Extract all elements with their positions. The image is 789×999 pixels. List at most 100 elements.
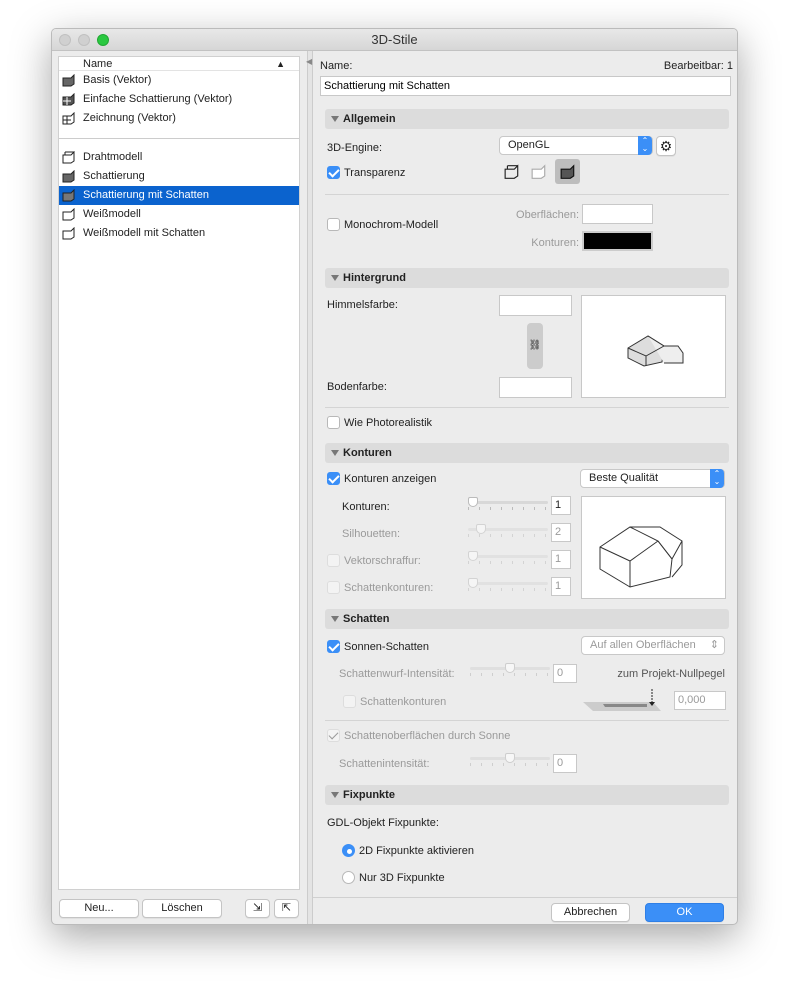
settings-panel: Name: Bearbeitbar: 1 Allgemein 3D-Engine… <box>313 51 737 924</box>
minimize-button[interactable] <box>78 34 90 46</box>
list-item-selected[interactable]: Schattierung mit Schatten <box>59 186 299 205</box>
section-schatten[interactable]: Schatten <box>325 609 729 629</box>
background-preview <box>581 295 726 398</box>
silhouettes-value[interactable]: 2 <box>551 523 571 542</box>
show-contours-checkbox[interactable] <box>327 472 340 485</box>
sun-shadow-label: Sonnen-Schatten <box>344 641 430 653</box>
gear-icon: ⚙ <box>659 138 673 154</box>
contours-color-label: Konturen: <box>531 237 579 249</box>
style-list[interactable]: Name ▲ Basis (Vektor) Einfache Schattieru… <box>58 56 300 890</box>
contours-slider[interactable] <box>468 497 548 511</box>
sky-color-swatch[interactable] <box>499 295 572 316</box>
vector-hatch-slider[interactable] <box>468 551 548 565</box>
editable-label: Bearbeitbar: 1 <box>663 60 733 72</box>
cast-intensity-value[interactable]: 0 <box>553 664 577 683</box>
divider <box>325 194 729 195</box>
shaded-mode-icon <box>560 164 575 179</box>
delete-button[interactable]: Löschen <box>142 899 222 918</box>
title-bar: 3D-Stile <box>52 29 737 51</box>
collapse-arrow-icon[interactable]: ◀ <box>306 57 312 66</box>
list-item[interactable]: Weißmodell mit Schatten <box>59 224 299 243</box>
radio-3d-hotspots[interactable] <box>342 871 355 884</box>
house-contour-preview-icon <box>599 526 683 588</box>
section-hintergrund[interactable]: Hintergrund <box>325 268 729 288</box>
contour-quality-select[interactable]: Beste Qualität ⌃ ⌄ <box>580 469 725 488</box>
list-header[interactable]: Name ▲ <box>59 57 299 71</box>
list-item[interactable]: Zeichnung (Vektor) <box>59 109 299 128</box>
list-item[interactable]: Basis (Vektor) <box>59 71 299 90</box>
import-button[interactable]: ⇲ <box>245 899 270 918</box>
contours-color-swatch[interactable] <box>582 231 653 251</box>
level-value-input[interactable]: 0,000 <box>674 691 726 710</box>
list-item[interactable]: Weißmodell <box>59 205 299 224</box>
engine-select[interactable]: OpenGL ⌃ ⌄ <box>499 136 653 155</box>
chevron-updown-icon: ⇕ <box>709 639 719 651</box>
shadow-contours-row-label: Schattenkonturen: <box>344 582 434 594</box>
shadow-surfaces-sun-checkbox[interactable] <box>327 729 340 742</box>
import-icon: ⇲ <box>252 902 263 914</box>
vector-hatch-value[interactable]: 1 <box>551 550 571 569</box>
shadow-intensity-slider[interactable] <box>470 753 550 767</box>
list-group-vector: Basis (Vektor) Einfache Schattierung (Ve… <box>59 71 299 128</box>
silhouettes-slider[interactable] <box>468 524 548 538</box>
divider <box>325 407 729 408</box>
wireframe-mode-icon[interactable] <box>504 164 520 180</box>
shadow-contours-checkbox[interactable] <box>343 695 356 708</box>
export-button[interactable]: ⇱ <box>274 899 299 918</box>
drawing-style-icon <box>62 112 75 125</box>
section-fixpunkte[interactable]: Fixpunkte <box>325 785 729 805</box>
shadow-intensity-label: Schattenintensität: <box>339 758 430 770</box>
column-header-name: Name <box>83 58 113 70</box>
shadow-intensity-value[interactable]: 0 <box>553 754 577 773</box>
link-colors-toggle[interactable]: ⛓ <box>527 323 543 369</box>
name-input[interactable] <box>320 76 731 96</box>
monochrome-checkbox[interactable] <box>327 218 340 231</box>
shaded-style-icon <box>62 74 75 87</box>
chain-link-icon: ⛓ <box>528 340 542 351</box>
contours-value[interactable]: 1 <box>551 496 571 515</box>
chevron-updown-icon: ⌃ ⌄ <box>638 136 652 155</box>
option-3d-label: Nur 3D Fixpunkte <box>359 872 445 884</box>
zoom-button[interactable] <box>97 34 109 46</box>
radio-2d-hotspots[interactable] <box>342 844 355 857</box>
shading-shadow-icon <box>62 189 75 202</box>
surfaces-color-swatch[interactable] <box>582 204 653 224</box>
engine-settings-button[interactable]: ⚙ <box>656 136 676 156</box>
level-diagram-icon <box>583 689 661 711</box>
contours-label: Konturen: <box>342 501 390 513</box>
name-label: Name: <box>320 60 353 72</box>
shaded-mode-button[interactable] <box>555 159 580 184</box>
section-konturen[interactable]: Konturen <box>325 443 729 463</box>
window-title: 3D-Stile <box>371 32 418 47</box>
shadow-contours-label: Schattenkonturen <box>360 696 447 708</box>
vector-hatch-checkbox[interactable] <box>327 554 340 567</box>
simple-shading-icon <box>62 93 75 106</box>
new-button[interactable]: Neu... <box>59 899 139 918</box>
project-level-label: zum Projekt-Nullpegel <box>617 668 725 680</box>
wireframe-icon <box>62 151 75 164</box>
section-allgemein[interactable]: Allgemein <box>325 109 729 129</box>
shadow-contours-value[interactable]: 1 <box>551 577 571 596</box>
hidden-line-mode-icon[interactable] <box>531 164 547 180</box>
silhouettes-label: Silhouetten: <box>342 528 401 540</box>
chevron-updown-icon: ⌃ ⌄ <box>710 469 724 488</box>
white-model-icon <box>62 208 75 221</box>
sun-shadow-checkbox[interactable] <box>327 640 340 653</box>
shadow-surfaces-sun-label: Schattenoberflächen durch Sonne <box>344 730 511 742</box>
transparency-checkbox[interactable] <box>327 166 340 179</box>
photorealistic-checkbox[interactable] <box>327 416 340 429</box>
shadow-surfaces-select[interactable]: Auf allen Oberflächen ⇕ <box>581 636 725 655</box>
cancel-button[interactable]: Abbrechen <box>551 903 630 922</box>
shadow-contours-row-checkbox[interactable] <box>327 581 340 594</box>
ok-button[interactable]: OK <box>645 903 724 922</box>
list-item[interactable]: Schattierung <box>59 167 299 186</box>
list-item[interactable]: Einfache Schattierung (Vektor) <box>59 90 299 109</box>
shadow-contours-slider[interactable] <box>468 578 548 592</box>
cast-intensity-slider[interactable] <box>470 663 550 677</box>
show-contours-label: Konturen anzeigen <box>344 473 437 485</box>
surfaces-color-label: Oberflächen: <box>516 209 579 221</box>
ground-color-swatch[interactable] <box>499 377 572 398</box>
list-item[interactable]: Drahtmodell <box>59 148 299 167</box>
photorealistic-label: Wie Photorealistik <box>344 417 433 429</box>
close-button[interactable] <box>59 34 71 46</box>
